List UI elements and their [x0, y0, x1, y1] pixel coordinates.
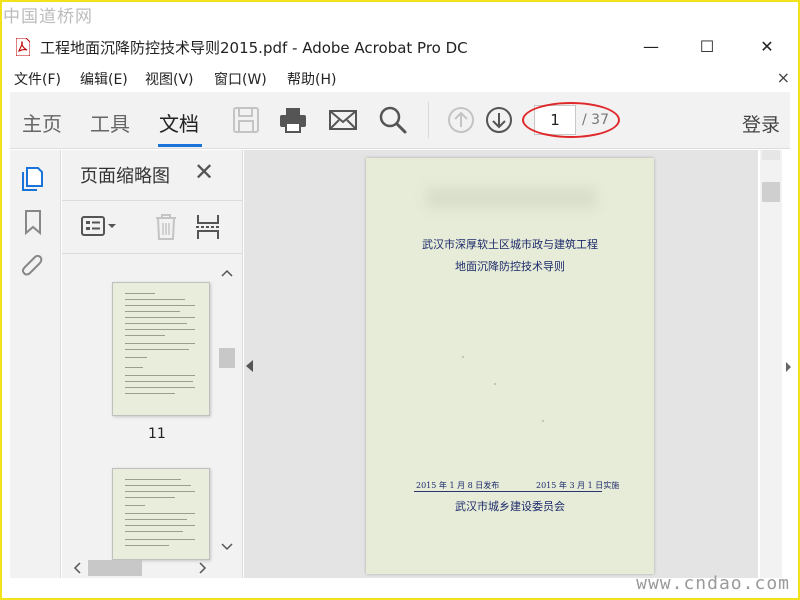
delete-page-icon[interactable]	[152, 211, 180, 243]
save-icon[interactable]	[230, 104, 262, 136]
page-speck	[494, 383, 496, 385]
main-toolbar: 主页 工具 文档 1 / 37 登录	[10, 92, 790, 149]
thumb-text-line	[125, 329, 195, 330]
thumb-text-line	[125, 349, 189, 350]
scroll-down-icon[interactable]	[221, 542, 233, 552]
blurred-header	[426, 188, 596, 208]
thumb-text-line	[125, 311, 180, 312]
expand-right-panel-icon[interactable]	[786, 362, 791, 372]
scroll-left-icon[interactable]	[72, 562, 82, 574]
thumb-text-line	[125, 375, 195, 376]
thumb-text-line	[125, 497, 175, 498]
thumb-text-line	[125, 317, 195, 318]
document-vertical-scrollbar[interactable]	[760, 150, 782, 578]
scroll-up-icon[interactable]	[221, 268, 233, 278]
document-view[interactable]: 武汉市深厚软土区城市政与建筑工程 地面沉降防控技术导则 2015 年 1 月 8…	[244, 150, 758, 578]
hscroll-thumb[interactable]	[88, 560, 142, 576]
print-icon[interactable]	[277, 104, 309, 136]
active-tab-indicator	[158, 144, 202, 147]
thumbnails-horizontal-scrollbar[interactable]	[62, 556, 217, 578]
thumb-text-line	[125, 393, 175, 394]
collapse-left-panel-icon[interactable]	[246, 360, 253, 372]
title-bar: 工程地面沉降防控技术导则2015.pdf - Adobe Acrobat Pro…	[2, 30, 798, 64]
thumbnails-panel-title: 页面缩略图	[80, 166, 170, 187]
page-speck	[542, 420, 544, 422]
thumb-text-line	[125, 491, 195, 492]
thumb-text-line	[125, 387, 195, 388]
thumbnails-vertical-scrollbar[interactable]	[217, 260, 237, 560]
thumb-text-line	[125, 519, 187, 520]
attachment-icon[interactable]	[20, 254, 46, 282]
thumb-text-line	[125, 513, 195, 514]
page-speck	[462, 356, 464, 358]
menu-window[interactable]: 窗口(W)	[214, 69, 267, 89]
menu-view[interactable]: 视图(V)	[145, 69, 194, 89]
document-scroll-thumb[interactable]	[762, 182, 780, 202]
previous-page-icon[interactable]	[445, 104, 477, 136]
navigation-rail	[10, 150, 61, 578]
thumb-text-line	[125, 545, 169, 546]
thumb-text-line	[125, 531, 183, 532]
bookmark-icon[interactable]	[20, 208, 46, 236]
thumb-text-line	[125, 505, 145, 506]
thumbnail-page-number: 11	[148, 426, 166, 442]
thumbnails-close-button[interactable]: ✕	[194, 158, 214, 186]
thumbnails-toolbar	[62, 200, 242, 254]
maximize-button[interactable]: ☐	[696, 36, 718, 58]
pdf-page: 武汉市深厚软土区城市政与建筑工程 地面沉降防控技术导则 2015 年 1 月 8…	[366, 158, 654, 574]
thumb-text-line	[125, 293, 155, 294]
scroll-right-icon[interactable]	[198, 562, 208, 574]
options-menu-icon[interactable]	[80, 213, 120, 241]
document-title-line1: 武汉市深厚软土区城市政与建筑工程	[422, 238, 598, 251]
thumb-text-line	[125, 343, 195, 344]
document-title-line2: 地面沉降防控技术导则	[455, 260, 565, 273]
menu-file[interactable]: 文件(F)	[14, 69, 61, 89]
pdf-file-icon	[16, 38, 30, 56]
toolbar-separator	[428, 102, 429, 138]
thumb-text-line	[125, 367, 143, 368]
window-title: 工程地面沉降防控技术导则2015.pdf - Adobe Acrobat Pro…	[40, 39, 468, 57]
thumb-text-line	[125, 335, 165, 336]
page-thumbnail[interactable]	[112, 282, 210, 416]
tab-home[interactable]: 主页	[22, 108, 62, 137]
tab-tools[interactable]: 工具	[90, 108, 130, 137]
effective-date: 2015 年 3 月 1 日实施	[536, 481, 620, 490]
search-icon[interactable]	[377, 104, 409, 136]
scroll-up-button[interactable]	[762, 150, 780, 160]
menu-close-button[interactable]: ×	[777, 68, 790, 87]
red-highlight-ellipse	[522, 102, 620, 138]
thumbnails-panel: 页面缩略图 ✕ 11	[62, 150, 243, 578]
login-button[interactable]: 登录	[742, 110, 780, 137]
date-rule	[414, 491, 602, 492]
thumb-text-line	[125, 381, 193, 382]
split-page-icon[interactable]	[194, 211, 222, 243]
watermark-top: 中国道桥网	[3, 7, 93, 27]
next-page-icon[interactable]	[483, 104, 515, 136]
tab-document[interactable]: 文档	[159, 108, 199, 137]
issue-date: 2015 年 1 月 8 日发布	[416, 481, 500, 490]
scroll-thumb[interactable]	[219, 348, 235, 368]
page-thumbnails-icon[interactable]	[20, 164, 46, 192]
issuing-organization: 武汉市城乡建设委员会	[455, 500, 565, 513]
watermark-bottom: www.cndao.com	[636, 573, 790, 594]
thumb-text-line	[125, 299, 185, 300]
thumb-text-line	[125, 357, 147, 358]
thumb-text-line	[125, 525, 195, 526]
thumb-text-line	[125, 305, 195, 306]
email-icon[interactable]	[327, 104, 359, 136]
thumb-text-line	[125, 479, 181, 480]
minimize-button[interactable]: —	[640, 36, 662, 58]
close-button[interactable]: ✕	[756, 36, 778, 58]
menu-bar: 文件(F) 编辑(E) 视图(V) 窗口(W) 帮助(H) ×	[2, 64, 798, 92]
thumb-text-line	[125, 485, 191, 486]
menu-help[interactable]: 帮助(H)	[287, 69, 336, 89]
thumb-text-line	[125, 539, 195, 540]
thumb-text-line	[125, 323, 187, 324]
page-thumbnail[interactable]	[112, 468, 210, 560]
menu-edit[interactable]: 编辑(E)	[80, 69, 128, 89]
